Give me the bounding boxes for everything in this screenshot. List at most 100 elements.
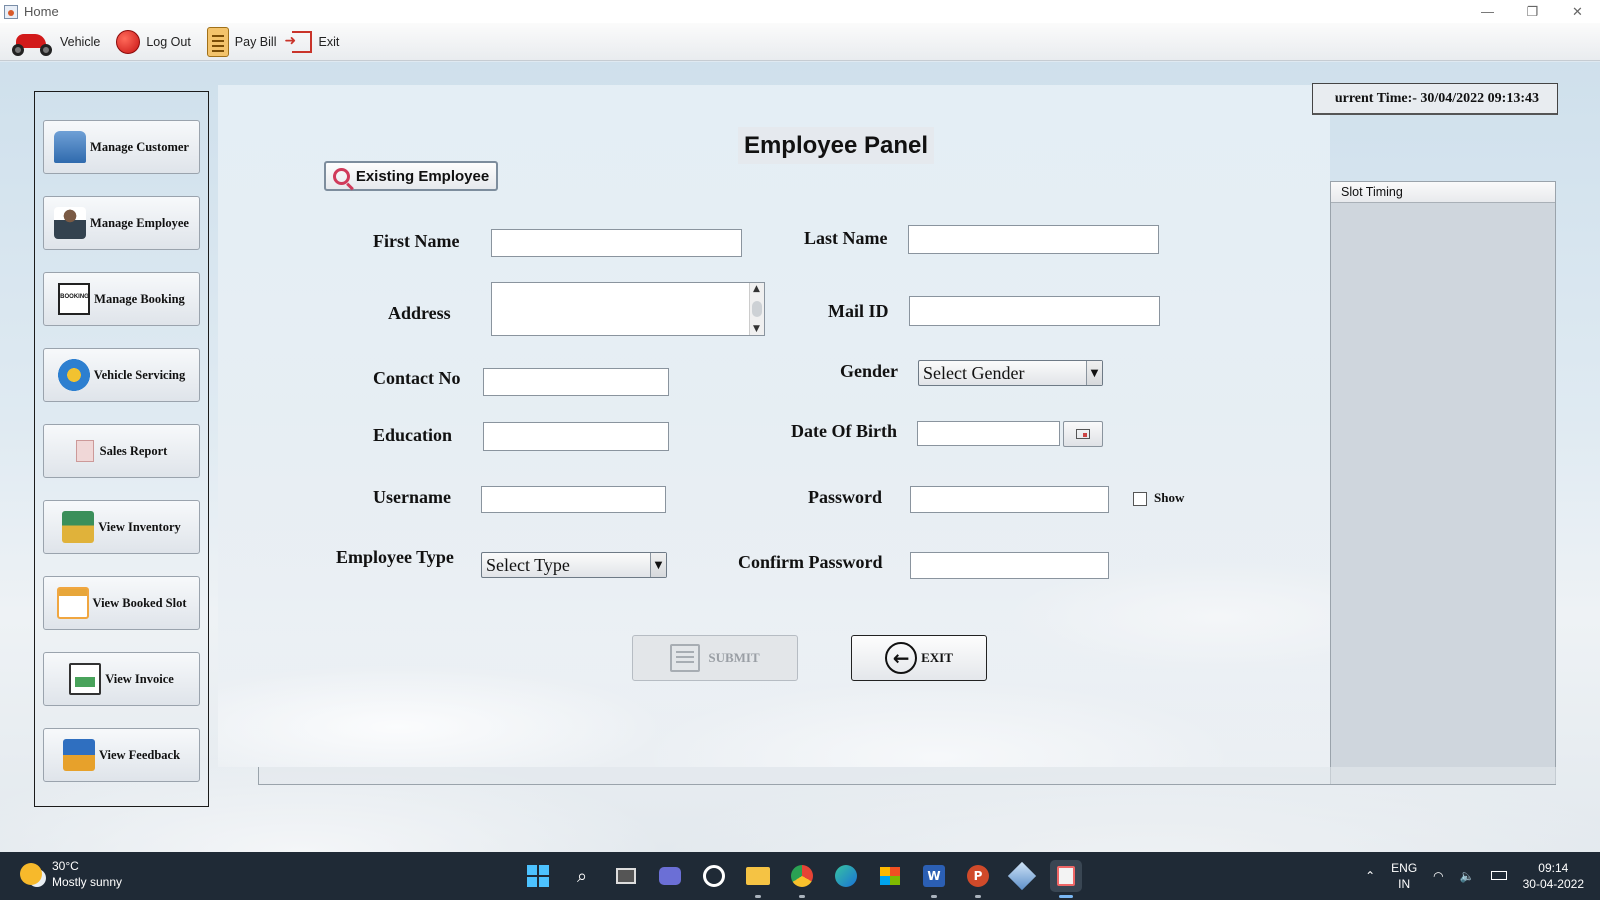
sidebar-item-vehicle-servicing[interactable]: Vehicle Servicing <box>43 348 200 402</box>
toolbar-exit-button[interactable]: Exit <box>284 30 340 53</box>
search-icon[interactable]: ⌕ <box>566 860 598 892</box>
exit-icon <box>284 30 313 53</box>
sales-report-icon <box>75 440 94 462</box>
toolbar-vehicle-button[interactable]: Vehicle <box>10 27 100 57</box>
show-hidden-icons-chevron-icon[interactable]: ⌃ <box>1365 868 1375 884</box>
employee-type-select[interactable]: Select Type ▼ <box>481 552 667 578</box>
scroll-up-icon[interactable]: ▲ <box>753 284 760 294</box>
search-icon <box>332 167 350 185</box>
teams-chat-icon[interactable] <box>654 860 686 892</box>
address-label: Address <box>388 303 451 323</box>
language-indicator[interactable]: ENG IN <box>1391 860 1417 892</box>
sidebar: Manage Customer Manage Employee Manage B… <box>34 91 209 807</box>
close-button[interactable]: ✕ <box>1555 0 1600 23</box>
start-icon[interactable] <box>522 860 554 892</box>
sidebar-item-view-booked-slot[interactable]: View Booked Slot <box>43 576 200 630</box>
submit-label: SUBMIT <box>708 650 760 665</box>
contact-no-label: Contact No <box>373 368 461 388</box>
sidebar-item-manage-customer[interactable]: Manage Customer <box>43 120 200 174</box>
toolbar-exit-label: Exit <box>318 34 340 49</box>
inventory-icon <box>62 511 95 543</box>
sidebar-item-view-inventory[interactable]: View Inventory <box>43 500 200 554</box>
address-scrollbar[interactable]: ▲ ▼ <box>749 283 764 335</box>
sidebar-item-label: Sales Report <box>99 443 168 458</box>
service-gear-icon <box>57 359 90 391</box>
calendar-picker-icon <box>1076 429 1090 439</box>
task-view-icon[interactable] <box>610 860 642 892</box>
existing-employee-label: Existing Employee <box>355 167 490 185</box>
window-controls: — ❐ ✕ <box>1465 0 1600 23</box>
volume-icon[interactable]: 🔈 <box>1460 868 1475 884</box>
last-name-field[interactable] <box>908 225 1159 254</box>
sidebar-item-label: Vehicle Servicing <box>93 367 186 382</box>
word-icon[interactable]: W <box>918 860 950 898</box>
windows-taskbar: 30°C Mostly sunny ⌕ W P ⌃ ENG IN ◠ 🔈 09:… <box>0 852 1600 900</box>
restore-button[interactable]: ❐ <box>1510 0 1555 23</box>
contact-no-field[interactable] <box>483 368 669 396</box>
edge-icon[interactable] <box>830 860 862 892</box>
virtualbox-cube-icon[interactable] <box>1006 860 1038 892</box>
powerpoint-icon[interactable]: P <box>962 860 994 898</box>
feedback-icon <box>62 739 95 771</box>
address-textarea[interactable]: ▲ ▼ <box>491 282 765 336</box>
exit-button[interactable]: ← EXIT <box>851 635 987 681</box>
chevron-down-icon[interactable]: ▼ <box>1086 361 1102 385</box>
date-of-birth-label: Date Of Birth <box>791 421 897 441</box>
show-password-label: Show <box>1154 490 1185 505</box>
back-arrow-icon: ← <box>885 642 918 674</box>
clock[interactable]: 09:14 30-04-2022 <box>1523 860 1584 892</box>
java-app-icon <box>4 4 18 19</box>
toolbar-logout-button[interactable]: Log Out <box>116 29 191 54</box>
submit-form-icon <box>670 644 701 672</box>
chevron-down-icon[interactable]: ▼ <box>650 553 666 577</box>
date-of-birth-field[interactable] <box>917 421 1060 446</box>
file-explorer-icon[interactable] <box>742 860 774 898</box>
java-app-taskbar-icon[interactable] <box>1050 860 1082 898</box>
sidebar-item-label: View Booked Slot <box>92 595 187 610</box>
battery-icon[interactable] <box>1490 868 1507 884</box>
sidebar-item-view-invoice[interactable]: View Invoice <box>43 652 200 706</box>
customer-icon <box>54 131 87 163</box>
chrome-icon[interactable] <box>786 860 818 898</box>
toolbar-vehicle-label: Vehicle <box>60 34 101 49</box>
education-field[interactable] <box>483 422 669 451</box>
username-label: Username <box>373 487 451 507</box>
date-picker-button[interactable] <box>1063 421 1103 447</box>
first-name-field[interactable] <box>491 229 742 257</box>
confirm-password-field[interactable] <box>910 552 1109 579</box>
page-title: Employee Panel <box>738 127 934 164</box>
weather-widget[interactable]: 30°C Mostly sunny <box>20 858 122 890</box>
slot-timing-table[interactable]: Slot Timing <box>1330 181 1556 785</box>
mail-id-field[interactable] <box>909 296 1160 326</box>
sidebar-item-manage-booking[interactable]: Manage Booking <box>43 272 200 326</box>
gender-select[interactable]: Select Gender ▼ <box>918 360 1103 386</box>
scroll-down-icon[interactable]: ▼ <box>753 324 760 334</box>
wifi-icon[interactable]: ◠ <box>1433 868 1443 884</box>
sidebar-item-label: View Inventory <box>98 519 181 534</box>
window-title-bar: Home — ❐ ✕ <box>0 0 1600 23</box>
show-password-checkbox[interactable] <box>1133 492 1147 506</box>
minimize-button[interactable]: — <box>1465 0 1510 23</box>
sidebar-item-label: View Feedback <box>98 747 181 762</box>
scroll-thumb[interactable] <box>752 301 762 317</box>
taskbar-apps: ⌕ W P <box>522 860 1094 898</box>
clock-date: 30-04-2022 <box>1522 877 1584 891</box>
employee-type-select-value: Select Type <box>486 554 570 575</box>
logout-icon <box>116 29 141 54</box>
toolbar-pay-bill-button[interactable]: Pay Bill <box>206 26 276 57</box>
sidebar-item-view-feedback[interactable]: View Feedback <box>43 728 200 782</box>
sidebar-item-label: View Invoice <box>105 671 174 686</box>
window-title: Home <box>24 4 59 19</box>
education-label: Education <box>373 425 453 445</box>
sidebar-item-sales-report[interactable]: Sales Report <box>43 424 200 478</box>
password-field[interactable] <box>910 486 1109 513</box>
password-label: Password <box>808 487 883 507</box>
existing-employee-button[interactable]: Existing Employee <box>324 161 498 191</box>
submit-button[interactable]: SUBMIT <box>632 635 798 681</box>
microsoft-store-icon[interactable] <box>874 860 906 892</box>
weather-desc: Mostly sunny <box>52 875 123 889</box>
sidebar-item-manage-employee[interactable]: Manage Employee <box>43 196 200 250</box>
username-field[interactable] <box>481 486 666 513</box>
slot-timing-header[interactable]: Slot Timing <box>1331 182 1555 203</box>
store-bag-icon[interactable] <box>698 860 730 892</box>
